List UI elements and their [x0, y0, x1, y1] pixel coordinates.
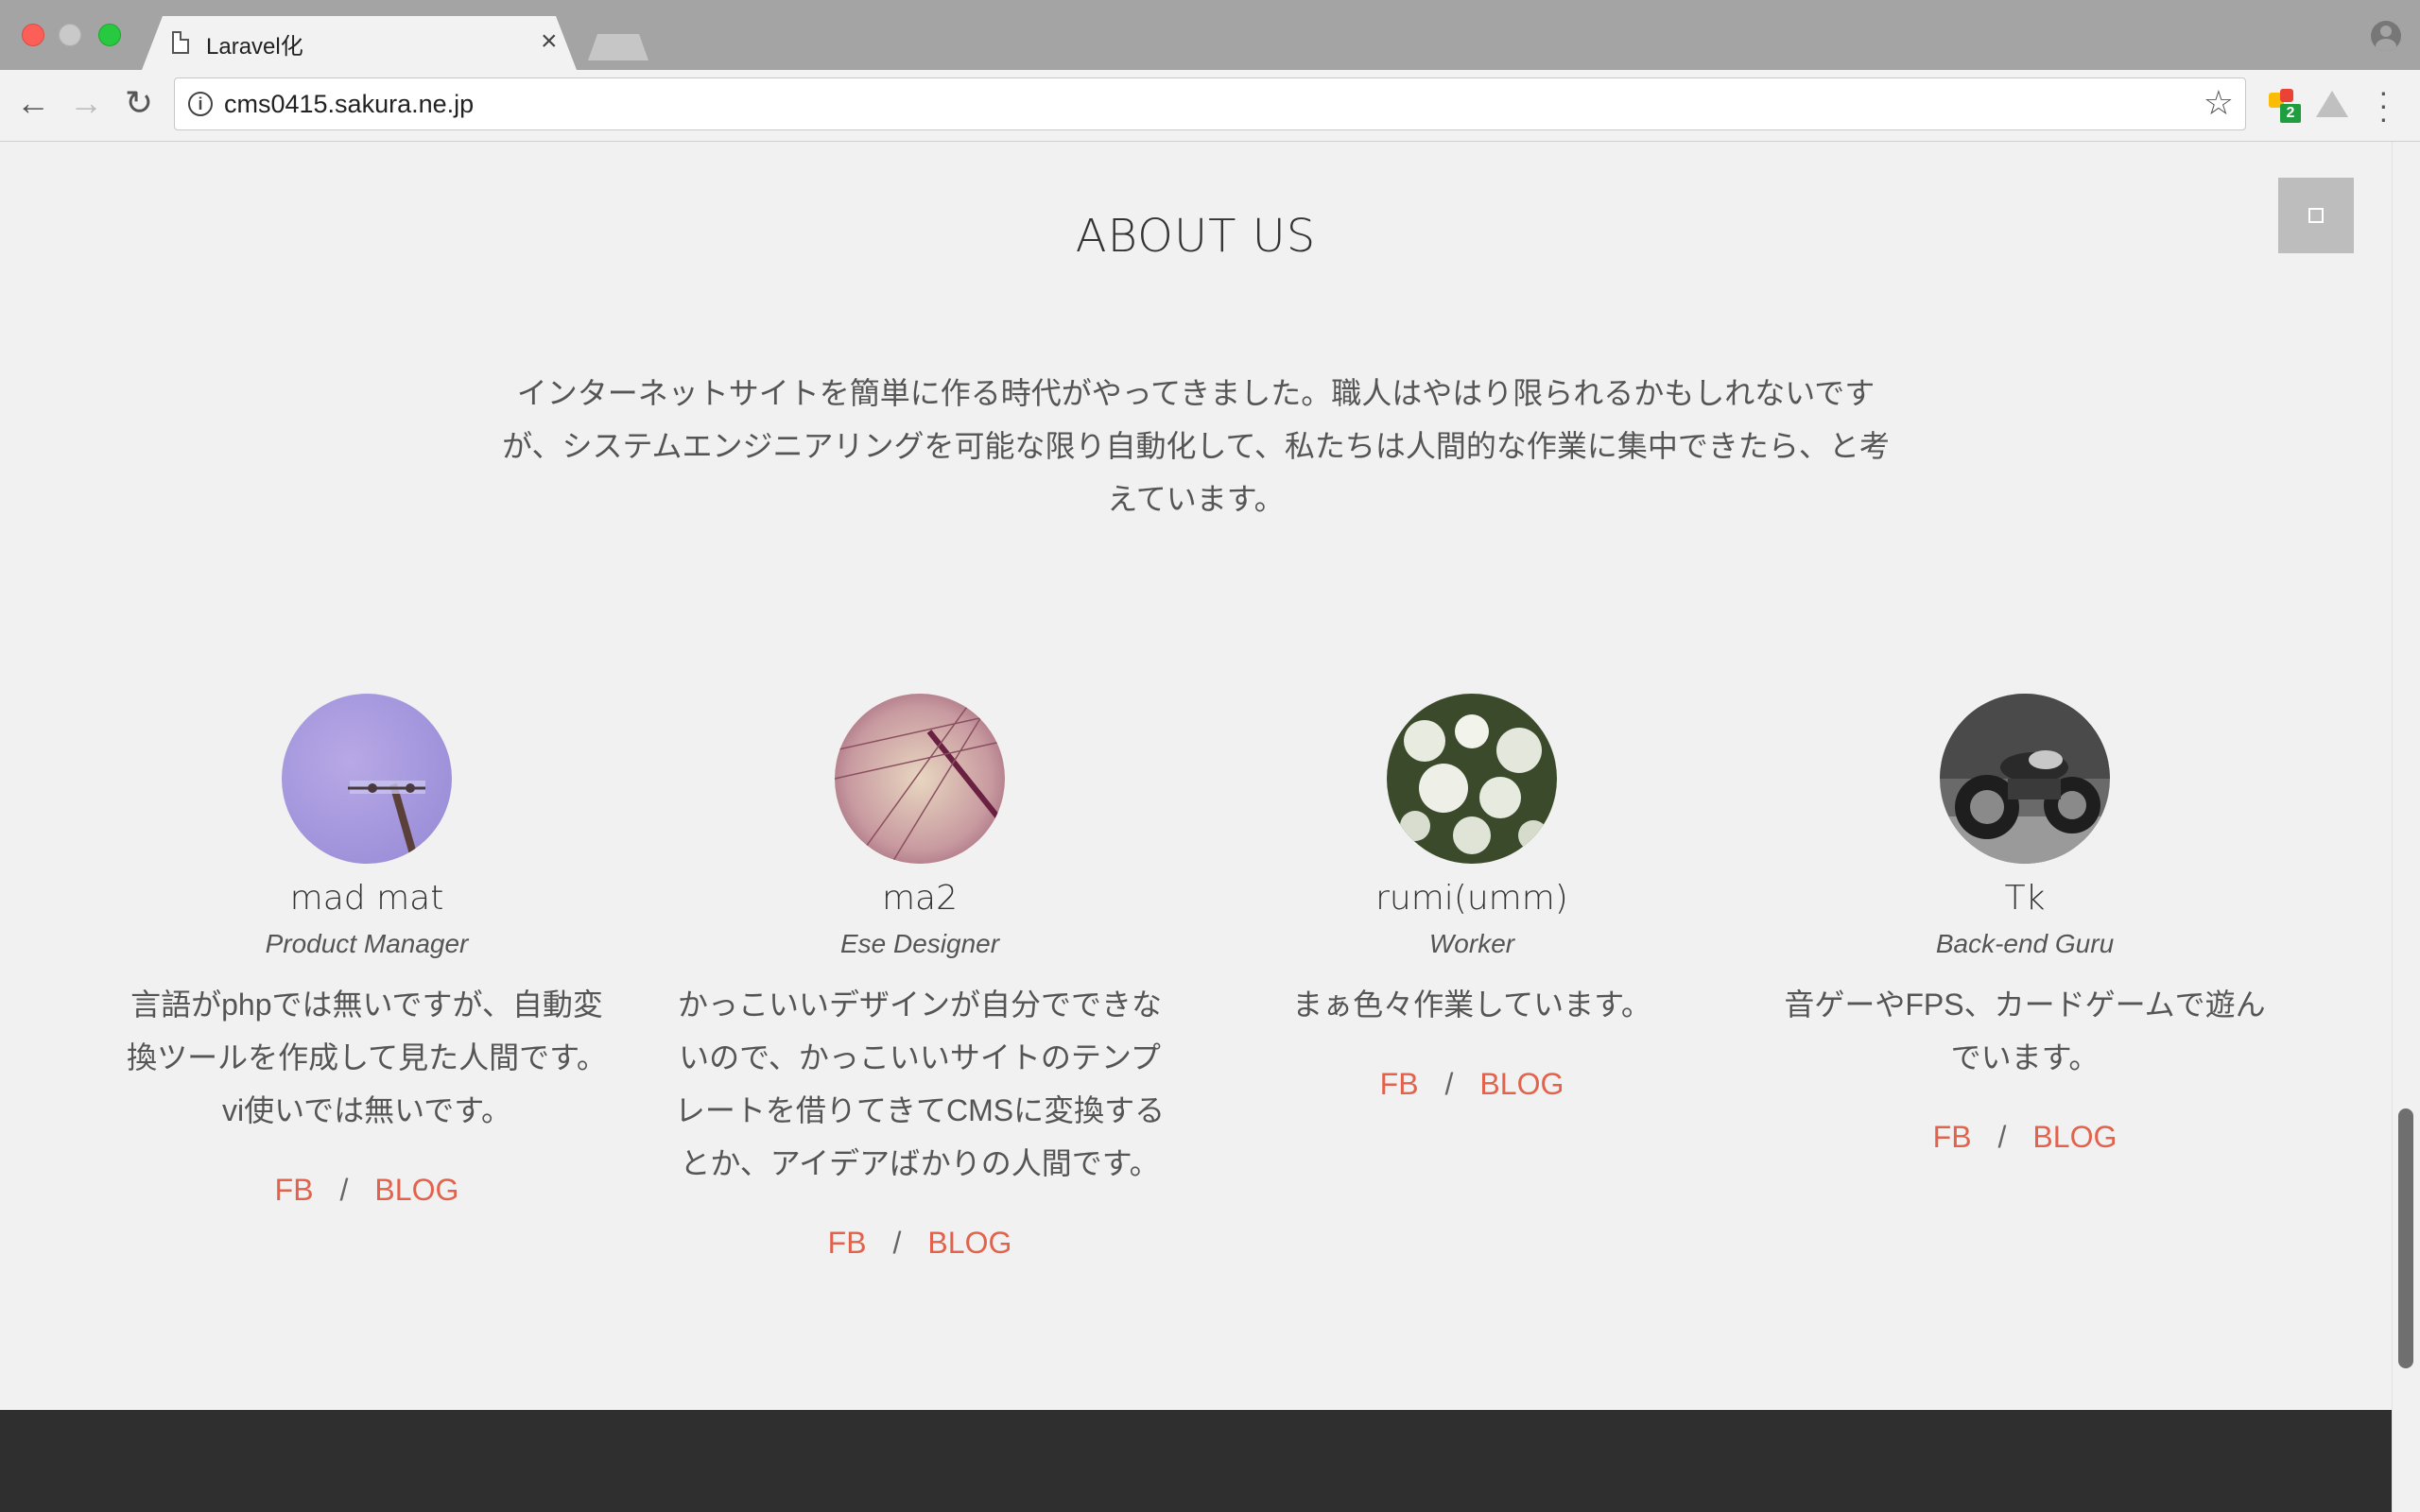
scrollbar-thumb[interactable]	[2398, 1108, 2413, 1368]
window-minimize-button[interactable]	[59, 24, 81, 46]
member-role: Product Manager	[265, 929, 469, 958]
team-member-card: rumi(umm) Worker まぁ色々作業しています。 FB / BLOG	[1207, 694, 1737, 1102]
link-separator: /	[1997, 1120, 2007, 1154]
member-role: Back-end Guru	[1935, 929, 2115, 958]
reload-icon[interactable]: ↻	[117, 81, 161, 125]
fb-link[interactable]: FB	[1380, 1067, 1419, 1101]
tab-title: Laravel化	[206, 34, 303, 60]
browser-titlebar: Laravel化 ×	[0, 0, 2420, 70]
footer	[0, 1410, 2392, 1512]
page-icon	[172, 31, 189, 54]
window-maximize-button[interactable]	[98, 24, 121, 46]
url-text[interactable]: cms0415.sakura.ne.jp	[224, 90, 474, 119]
section-title: ABOUT US	[1075, 210, 1317, 263]
member-role: Worker	[1428, 929, 1515, 958]
info-icon[interactable]: i	[188, 92, 213, 116]
profile-icon[interactable]	[2371, 21, 2401, 51]
window-close-button[interactable]	[22, 24, 44, 46]
member-bio: まぁ色々作業しています。	[1292, 988, 1651, 1022]
avatar	[1940, 694, 2110, 864]
member-links: FB / BLOG	[1207, 1067, 1737, 1102]
blog-link[interactable]: BLOG	[2032, 1120, 2117, 1154]
member-name: mad mat	[289, 879, 444, 918]
forward-icon[interactable]: →	[64, 81, 108, 125]
about-intro: インターネットサイトを簡単に作る時代がやってきました。職人はやはり限られるかもし…	[502, 376, 1890, 516]
menu-icon[interactable]: · · ·	[2378, 77, 2389, 133]
extension-icon[interactable]: 2	[2267, 89, 2301, 123]
blog-link[interactable]: BLOG	[1479, 1067, 1564, 1101]
browser-toolbar: ← → ↻ i cms0415.sakura.ne.jp ☆ 2 · · ·	[0, 70, 2420, 142]
tab-close-icon[interactable]: ×	[541, 25, 558, 59]
address-bar[interactable]: i cms0415.sakura.ne.jp ☆	[174, 77, 2246, 130]
member-name: Tk	[2004, 879, 2046, 918]
link-separator: /	[892, 1226, 902, 1260]
new-tab-button[interactable]	[588, 34, 648, 60]
avatar	[1387, 694, 1557, 864]
member-role: Ese Designer	[839, 929, 1000, 958]
member-bio: かっこいいデザインが自分でできないので、かっこいいサイトのテンプレートを借りてき…	[674, 988, 1166, 1180]
team-member-card: mad mat Product Manager 言語がphpでは無いですが、自動…	[102, 694, 631, 1208]
member-links: FB / BLOG	[655, 1226, 1184, 1261]
blog-link[interactable]: BLOG	[927, 1226, 1011, 1260]
member-name: ma2	[881, 879, 959, 918]
member-bio: 言語がphpでは無いですが、自動変換ツールを作成して見た人間です。vi使いでは無…	[127, 988, 607, 1127]
member-links: FB / BLOG	[102, 1173, 631, 1208]
blog-link[interactable]: BLOG	[374, 1173, 458, 1207]
page-viewport: ABOUT US インターネットサイトを簡単に作る時代がやってきました。職人はや…	[0, 142, 2420, 1512]
member-name: rumi(umm)	[1375, 879, 1568, 918]
star-icon[interactable]: ☆	[2204, 84, 2234, 122]
link-separator: /	[1444, 1067, 1454, 1101]
fb-link[interactable]: FB	[828, 1226, 867, 1260]
back-icon[interactable]: ←	[11, 81, 55, 125]
drive-icon[interactable]	[2316, 91, 2348, 117]
scrollbar[interactable]	[2392, 142, 2420, 1512]
avatar	[835, 694, 1005, 864]
team-member-card: Tk Back-end Guru 音ゲーやFPS、カードゲームで遊んでいます。 …	[1760, 694, 2290, 1155]
member-bio: 音ゲーやFPS、カードゲームで遊んでいます。	[1784, 988, 2266, 1074]
extension-badge: 2	[2280, 104, 2301, 123]
link-separator: /	[339, 1173, 349, 1207]
team-member-card: ma2 Ese Designer かっこいいデザインが自分でできないので、かっこ…	[655, 694, 1184, 1261]
fb-link[interactable]: FB	[1933, 1120, 1972, 1154]
fb-link[interactable]: FB	[275, 1173, 314, 1207]
member-links: FB / BLOG	[1760, 1120, 2290, 1155]
avatar	[282, 694, 452, 864]
